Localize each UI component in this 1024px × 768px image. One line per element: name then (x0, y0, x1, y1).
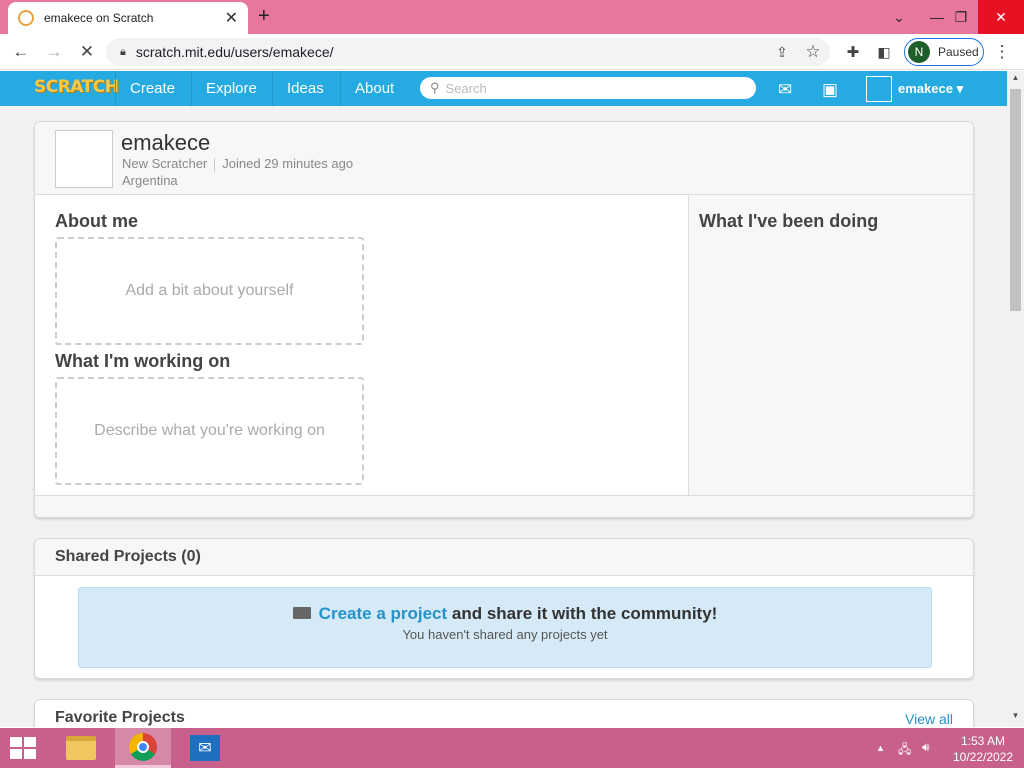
empty-state-note: You haven't shared any projects yet (402, 627, 608, 642)
create-project-link[interactable]: Create a project (319, 604, 448, 623)
shared-projects-title: Shared Projects (0) (55, 548, 201, 565)
working-on-textarea[interactable]: Describe what you're working on (55, 377, 364, 485)
profile-picture[interactable] (55, 130, 113, 188)
tray-overflow-icon[interactable]: ▲ (876, 743, 885, 753)
browser-tabstrip: emakece on Scratch ✕ + ⌄ — ❐ ✕ (0, 0, 1024, 34)
activity-heading: What I've been doing (699, 211, 879, 231)
profile-left-column: About me Add a bit about yourself What I… (35, 195, 688, 495)
view-all-link[interactable]: View all (905, 711, 953, 727)
about-me-textarea[interactable]: Add a bit about yourself (55, 237, 364, 345)
profile-button[interactable]: N Paused (904, 38, 984, 66)
projects-folder-icon (292, 606, 311, 619)
network-icon[interactable]: 🖧︎ (898, 740, 911, 761)
mail-taskbar-icon[interactable]: ✉ (177, 728, 233, 768)
extensions-icon[interactable]: ✚ (841, 40, 865, 64)
nav-create[interactable]: Create (115, 71, 189, 106)
my-stuff-folder-icon[interactable]: ▣ (822, 80, 838, 100)
page-content: emakece New Scratcher Joined 29 minutes a… (0, 106, 1007, 727)
profile-status: Paused (938, 45, 979, 59)
search-placeholder: Search (445, 80, 487, 96)
profile-joined: Joined 29 minutes ago (222, 156, 354, 171)
scratch-navbar: SCRATCH Create Explore Ideas About ⚲ Sea… (0, 71, 1007, 106)
back-icon[interactable]: ← (9, 40, 33, 64)
share-icon[interactable]: ⇪ (770, 40, 794, 64)
profile-location: Argentina (122, 173, 178, 188)
nav-avatar[interactable] (866, 76, 892, 102)
windows-start-icon[interactable] (10, 737, 36, 759)
profile-card: emakece New Scratcher Joined 29 minutes a… (34, 121, 974, 518)
profile-body: About me Add a bit about yourself What I… (35, 195, 973, 495)
restore-icon[interactable]: ❐ (944, 0, 978, 34)
search-icon: ⚲ (430, 80, 440, 95)
scratch-logo[interactable]: SCRATCH (34, 77, 119, 97)
about-me-placeholder: Add a bit about yourself (125, 282, 294, 299)
profile-rank: New Scratcher (122, 156, 208, 171)
tab-title: emakece on Scratch (44, 11, 154, 25)
shared-projects-header: Shared Projects (0) (35, 539, 973, 576)
profile-avatar: N (908, 41, 930, 63)
browser-tab[interactable]: emakece on Scratch ✕ (8, 2, 248, 34)
scroll-up-icon[interactable]: ▲ (1007, 73, 1024, 87)
volume-icon[interactable]: 🔊︎ (922, 740, 930, 755)
browser-toolbar: ← → ✕ 🔒︎ scratch.mit.edu/users/emakece/ … (0, 34, 1024, 70)
scrollbar-thumb[interactable] (1010, 89, 1021, 311)
tab-close-icon[interactable]: ✕ (225, 8, 238, 28)
nav-about[interactable]: About (340, 71, 408, 106)
scratch-favicon-icon (18, 10, 34, 26)
page-scrollbar[interactable]: ▲ ▼ (1007, 71, 1024, 727)
tab-search-icon[interactable]: ⌄ (882, 0, 916, 34)
profile-footer (35, 495, 973, 517)
nav-username[interactable]: emakece ▾ (898, 71, 963, 106)
clock-time: 1:53 AM (960, 734, 1006, 748)
address-bar[interactable]: 🔒︎ scratch.mit.edu/users/emakece/ (106, 38, 830, 66)
nav-explore[interactable]: Explore (191, 71, 271, 106)
empty-state-rest: and share it with the community! (447, 604, 718, 623)
search-input[interactable]: ⚲ Search (420, 77, 756, 99)
favorite-projects-title: Favorite Projects (55, 709, 185, 726)
messages-icon[interactable]: ✉ (778, 80, 792, 100)
windows-taskbar: ✉ ▲ 🖧︎ 🔊︎ 1:53 AM 10/22/2022 (0, 728, 1024, 768)
shared-projects-card: Shared Projects (0) Create a project and… (34, 538, 974, 679)
shared-projects-empty-state: Create a project and share it with the c… (78, 587, 932, 668)
activity-column: What I've been doing (688, 195, 973, 495)
profile-meta: New Scratcher Joined 29 minutes ago (122, 156, 353, 172)
profile-header: emakece New Scratcher Joined 29 minutes a… (35, 122, 973, 195)
nav-ideas[interactable]: Ideas (272, 71, 338, 106)
forward-icon[interactable]: → (42, 40, 66, 64)
favorite-projects-card: Favorite Projects View all (34, 699, 974, 727)
clock-date: 10/22/2022 (952, 750, 1014, 764)
taskbar-clock[interactable]: 1:53 AM 10/22/2022 (948, 733, 1018, 765)
stop-loading-icon[interactable]: ✕ (75, 40, 99, 64)
url-text: scratch.mit.edu/users/emakece/ (135, 44, 334, 60)
menu-kebab-icon[interactable]: ⋮ (990, 40, 1014, 64)
side-panel-icon[interactable]: ◧ (872, 40, 896, 64)
chrome-taskbar-icon[interactable] (115, 728, 171, 768)
working-on-heading: What I'm working on (55, 351, 231, 371)
scroll-down-icon[interactable]: ▼ (1007, 711, 1024, 725)
new-tab-icon[interactable]: + (258, 5, 270, 28)
profile-username: emakece (121, 130, 211, 155)
file-explorer-icon[interactable] (53, 728, 109, 768)
close-window-icon[interactable]: ✕ (978, 0, 1024, 34)
empty-state-message: Create a project and share it with the c… (79, 604, 931, 624)
working-on-placeholder: Describe what you're working on (94, 422, 325, 439)
bookmark-star-icon[interactable]: ☆ (801, 40, 825, 64)
about-me-heading: About me (55, 211, 138, 231)
lock-icon[interactable]: 🔒︎ (120, 46, 126, 59)
